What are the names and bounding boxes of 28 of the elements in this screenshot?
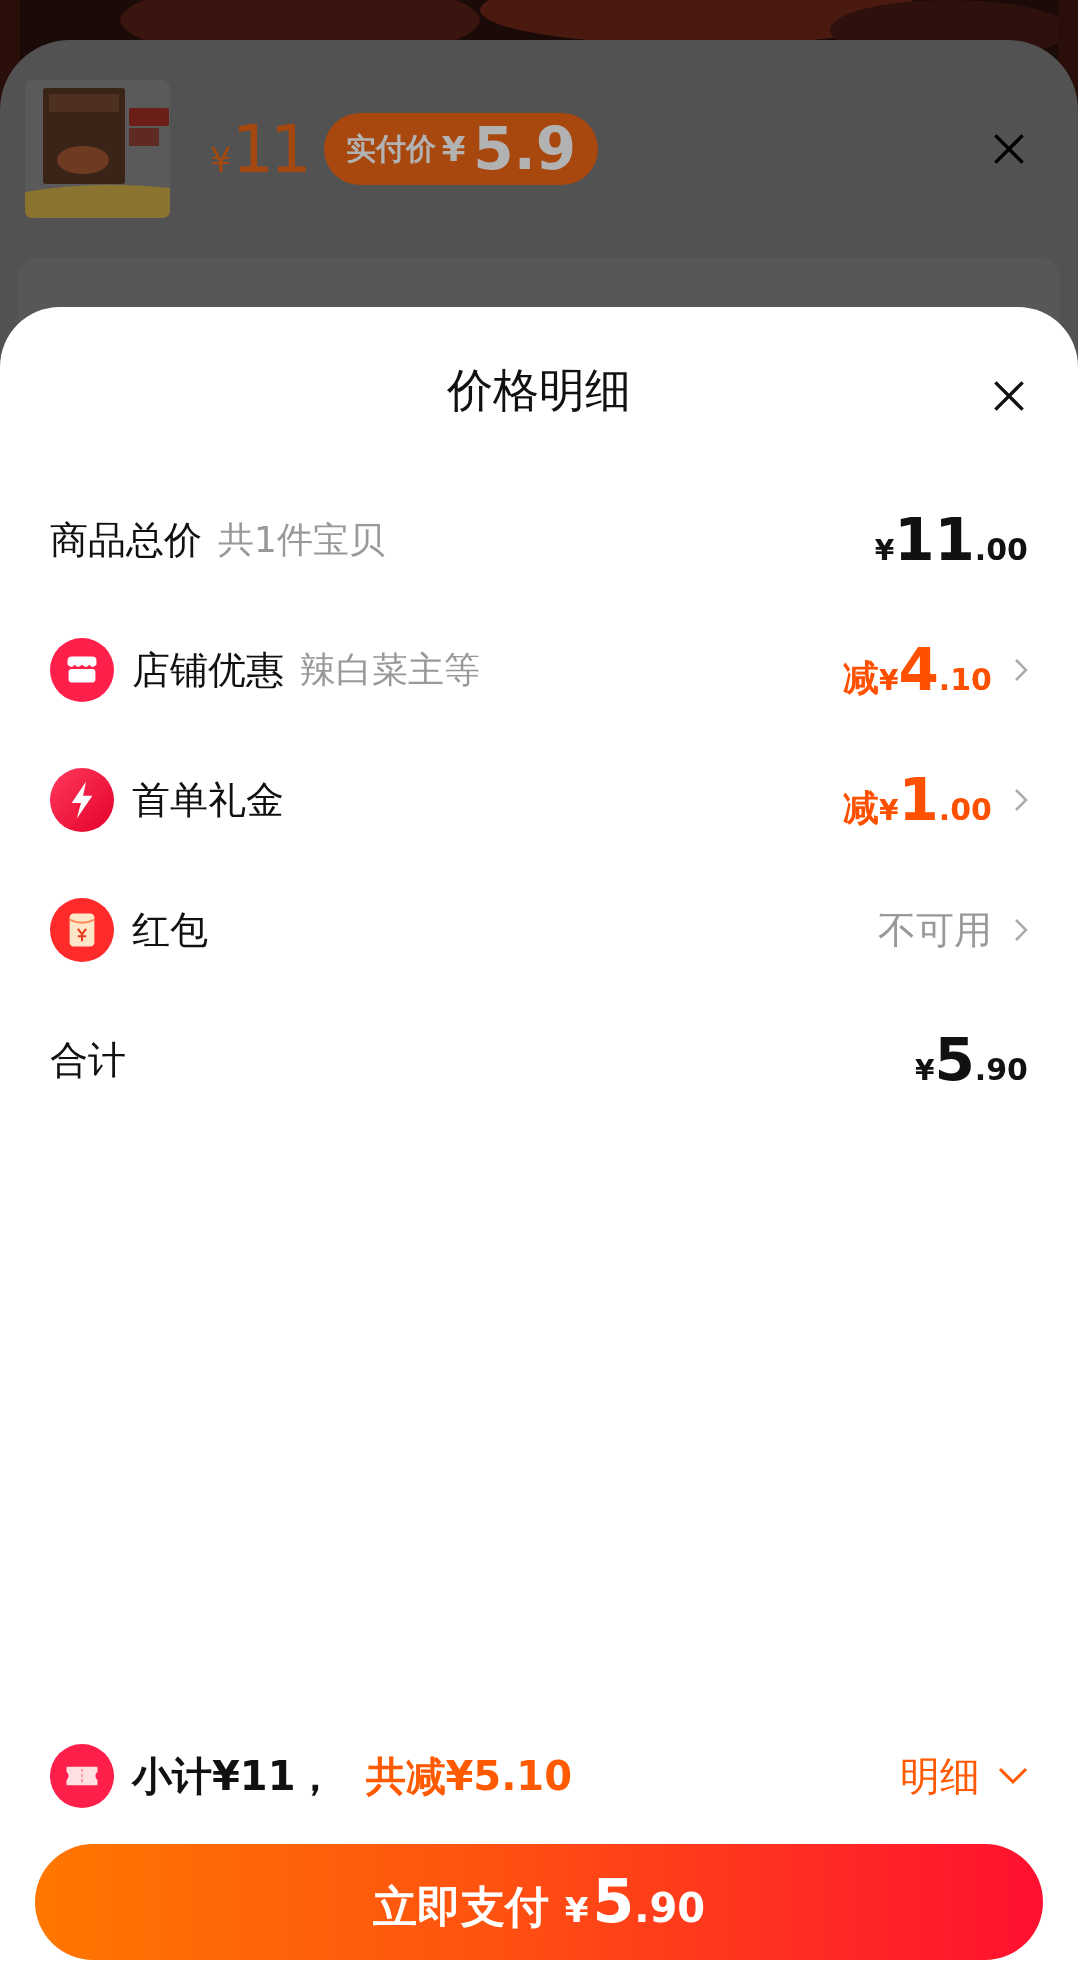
chevron-down-icon[interactable]: [998, 1767, 1028, 1785]
lightning-icon: [50, 768, 114, 832]
row-amount: ¥5.90: [915, 1026, 1028, 1094]
sheet-title: 价格明细: [447, 362, 631, 419]
row-label: 首单礼金: [132, 776, 284, 824]
shop-icon: [50, 638, 114, 702]
savings-text: 共减¥5.10: [365, 1751, 573, 1801]
product-price: ¥11: [210, 110, 308, 188]
row-label: 红包: [132, 906, 208, 954]
row-note: 共1件宝贝: [218, 517, 385, 562]
chevron-right-icon[interactable]: [1014, 788, 1028, 812]
ticket-icon: [50, 1744, 114, 1808]
row-status: 不可用: [878, 906, 992, 954]
details-toggle[interactable]: 明细: [900, 1748, 1028, 1804]
pay-now-button[interactable]: 立即支付 ¥5.90: [35, 1844, 1043, 1960]
row-label: 商品总价: [50, 516, 202, 564]
row-amount: 减¥4.10: [843, 636, 992, 704]
row-label: 合计: [50, 1036, 126, 1084]
chevron-right-icon[interactable]: [1014, 658, 1028, 682]
envelope-icon: [50, 898, 114, 962]
row-amount: 减¥1.00: [843, 766, 992, 834]
chevron-right-icon[interactable]: [1014, 918, 1028, 942]
row-label: 店铺优惠: [132, 646, 284, 694]
row-amount: ¥11.00: [874, 506, 1028, 574]
subtotal-text: 小计¥11，: [132, 1751, 336, 1801]
row-note: 辣白菜主等: [300, 647, 480, 692]
close-icon[interactable]: [992, 379, 1026, 413]
actual-price-badge: 实付价 ¥5.9: [323, 113, 599, 185]
